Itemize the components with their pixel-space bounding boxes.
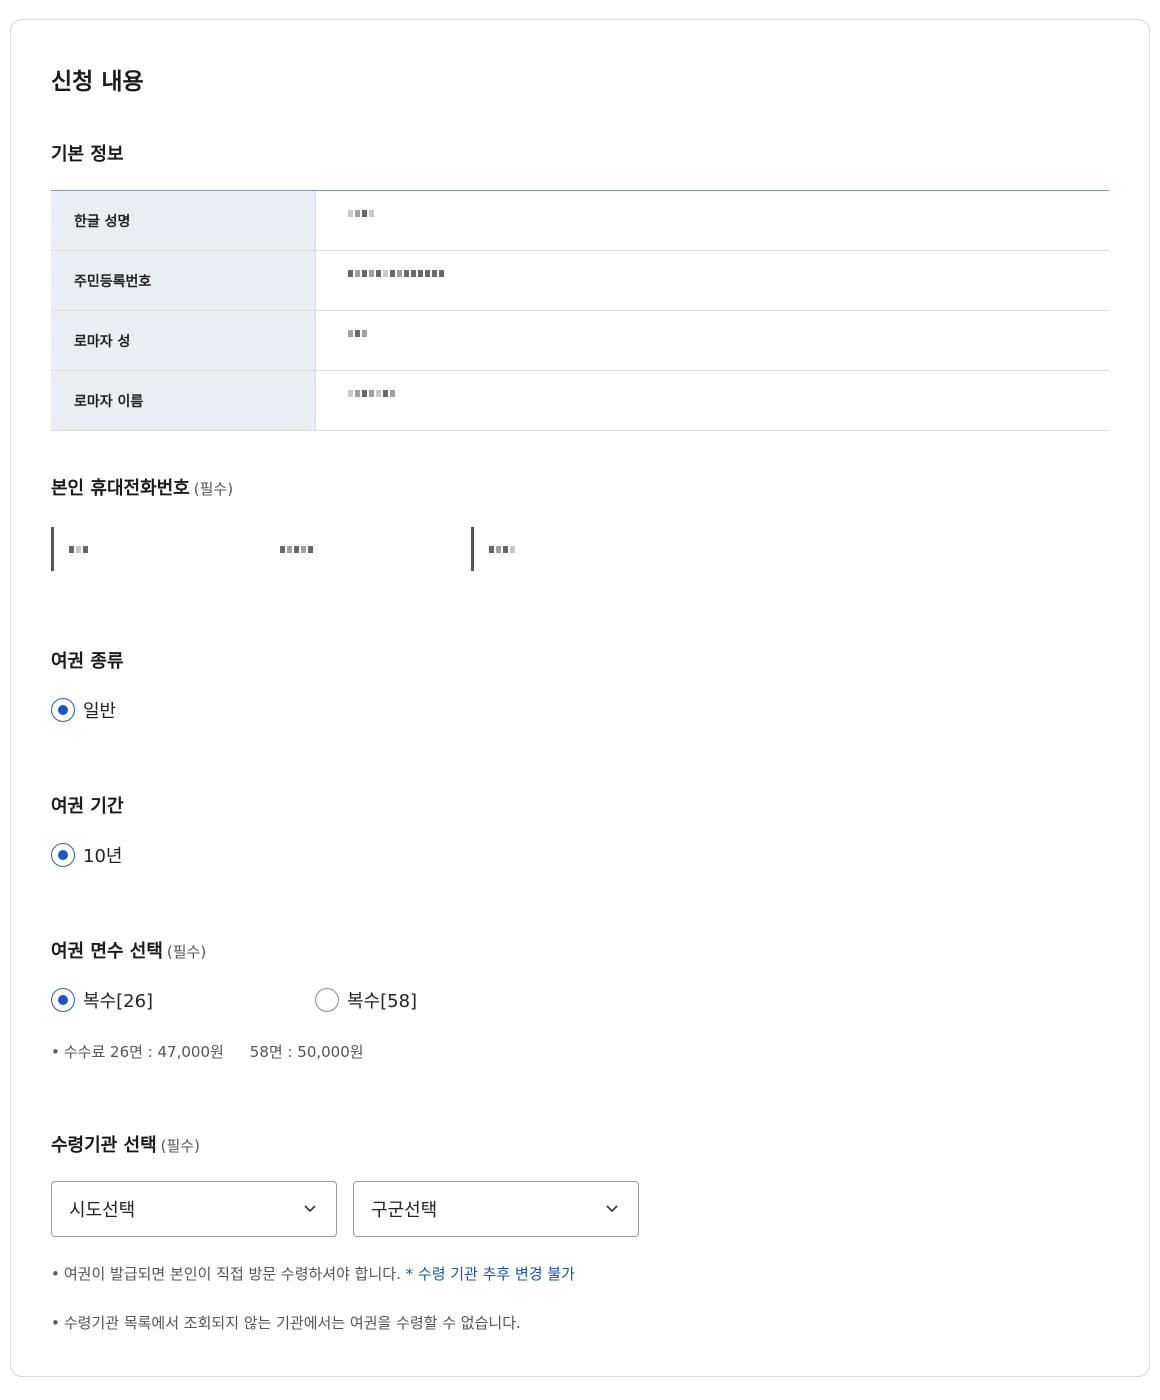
radio-58-pages-label: 복수[58] — [347, 991, 418, 1012]
phone-title: 본인 휴대전화번호 (필수) — [51, 474, 233, 500]
passport-type-title: 여권 종류 — [51, 651, 124, 672]
korean-name-label: 한글 성명 — [51, 191, 316, 250]
page-count-title-text: 여권 면수 선택 — [51, 941, 163, 962]
radio-general[interactable]: 일반 — [51, 697, 116, 723]
roman-given-name-label: 로마자 이름 — [51, 371, 316, 430]
basic-info-title: 기본 정보 — [51, 144, 124, 165]
phone-title-text: 본인 휴대전화번호 — [51, 478, 190, 499]
page-title: 신청 내용 — [51, 69, 144, 95]
sido-select-value: 시도선택 — [69, 1200, 136, 1221]
fee-26-text: 수수료 26면 : 47,000원 — [63, 1043, 224, 1061]
radio-26-pages[interactable]: 복수[26] — [51, 987, 153, 1013]
radio-icon — [51, 843, 75, 867]
radio-10-years[interactable]: 10년 — [51, 842, 122, 868]
pickup-note-1-text: 여권이 발급되면 본인이 직접 방문 수령하셔야 합니다. — [63, 1265, 401, 1283]
gugun-select[interactable]: 구군선택 — [353, 1181, 639, 1237]
table-row: 로마자 성 — [51, 311, 1109, 371]
phone-input-1[interactable] — [51, 521, 221, 577]
korean-name-value — [316, 191, 1109, 250]
masked-value — [330, 371, 522, 430]
pickup-note-2: • 수령기관 목록에서 조회되지 않는 기관에서는 여권을 수령할 수 없습니다. — [51, 1312, 521, 1333]
gugun-select-value: 구군선택 — [371, 1200, 438, 1221]
required-mark: (필수) — [166, 943, 207, 961]
pickup-title: 수령기관 선택 (필수) — [51, 1131, 200, 1157]
radio-general-label: 일반 — [83, 701, 117, 722]
radio-icon — [51, 698, 75, 722]
table-row: 로마자 이름 — [51, 371, 1109, 431]
bullet: • — [51, 1043, 60, 1061]
fee-note: • 수수료 26면 : 47,000원 58면 : 50,000원 — [51, 1041, 364, 1062]
sido-select[interactable]: 시도선택 — [51, 1181, 337, 1237]
radio-26-pages-label: 복수[26] — [83, 991, 154, 1012]
table-row: 한글 성명 — [51, 191, 1109, 251]
bullet: • — [51, 1265, 60, 1283]
pickup-note-1: • 여권이 발급되면 본인이 직접 방문 수령하셔야 합니다. * 수령 기관 추… — [51, 1263, 575, 1284]
radio-58-pages[interactable]: 복수[58] — [315, 987, 417, 1013]
resident-number-value — [316, 251, 1109, 310]
masked-value — [330, 251, 522, 310]
phone-input-2[interactable] — [262, 521, 432, 577]
passport-period-title: 여권 기간 — [51, 796, 124, 817]
roman-surname-label: 로마자 성 — [51, 311, 316, 370]
phone-input-3[interactable] — [471, 521, 639, 577]
masked-value — [330, 311, 522, 370]
fee-58-text: 58면 : 50,000원 — [249, 1043, 364, 1061]
chevron-down-icon — [304, 1205, 316, 1213]
roman-given-name-value — [316, 371, 1109, 430]
page-count-title: 여권 면수 선택 (필수) — [51, 937, 206, 963]
bullet: • — [51, 1314, 60, 1332]
masked-value — [330, 191, 522, 250]
radio-10-years-label: 10년 — [83, 846, 123, 867]
chevron-down-icon — [606, 1205, 618, 1213]
pickup-title-text: 수령기관 선택 — [51, 1135, 157, 1156]
table-row: 주민등록번호 — [51, 251, 1109, 311]
pickup-note-2-text: 수령기관 목록에서 조회되지 않는 기관에서는 여권을 수령할 수 없습니다. — [63, 1314, 521, 1332]
roman-surname-value — [316, 311, 1109, 370]
radio-icon — [51, 988, 75, 1012]
required-mark: (필수) — [160, 1137, 200, 1155]
radio-icon — [315, 988, 339, 1012]
required-mark: (필수) — [193, 480, 234, 498]
basic-info-table: 한글 성명 주민등록번호 로마자 성 로마자 이름 — [51, 190, 1109, 431]
resident-number-label: 주민등록번호 — [51, 251, 316, 310]
no-change-warning: * 수령 기관 추후 변경 불가 — [405, 1265, 575, 1283]
